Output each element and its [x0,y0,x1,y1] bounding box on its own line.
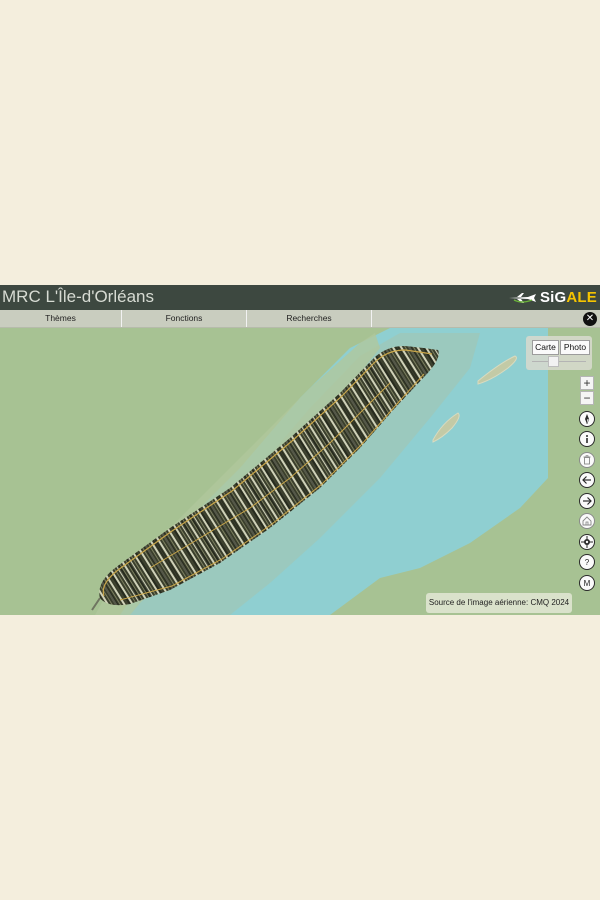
app-window: MRC L'Île-d'Orléans SiGALE Thèmes Foncti… [0,285,600,615]
basemap-switcher: Carte Photo [526,336,592,370]
zoom-in-button[interactable]: + [580,376,594,390]
help-icon[interactable]: ? [579,554,595,570]
menu-recherches[interactable]: Recherches [247,310,372,327]
carte-button[interactable]: Carte [532,340,559,355]
menu-themes[interactable]: Thèmes [0,310,122,327]
measure-icon[interactable]: M [579,575,595,591]
home-icon[interactable] [579,513,595,529]
opacity-slider-track[interactable] [532,361,586,362]
trash-icon[interactable] [579,452,595,468]
close-button[interactable]: ✕ [583,312,597,326]
title-bar: MRC L'Île-d'Orléans SiGALE [0,285,600,310]
zoom-out-button[interactable]: − [580,391,594,405]
opacity-slider-thumb[interactable] [548,356,559,367]
plane-logo-icon [508,292,536,303]
info-icon[interactable] [579,431,595,447]
sigale-logo: SiGALE [508,287,597,308]
back-arrow-icon[interactable] [579,472,595,488]
menu-fonctions[interactable]: Fonctions [122,310,247,327]
photo-button[interactable]: Photo [560,340,590,355]
menu-bar: Thèmes Fonctions Recherches [0,310,600,328]
compass-icon[interactable] [579,411,595,427]
logo-text-suffix: ALE [566,289,597,306]
app-title: MRC L'Île-d'Orléans [2,287,154,306]
attribution: Source de l'image aérienne: CMQ 2024 [426,593,572,613]
map-view[interactable] [0,328,600,615]
forward-arrow-icon[interactable] [579,493,595,509]
crosshair-icon[interactable] [579,534,595,550]
logo-text-prefix: SiG [539,289,567,306]
